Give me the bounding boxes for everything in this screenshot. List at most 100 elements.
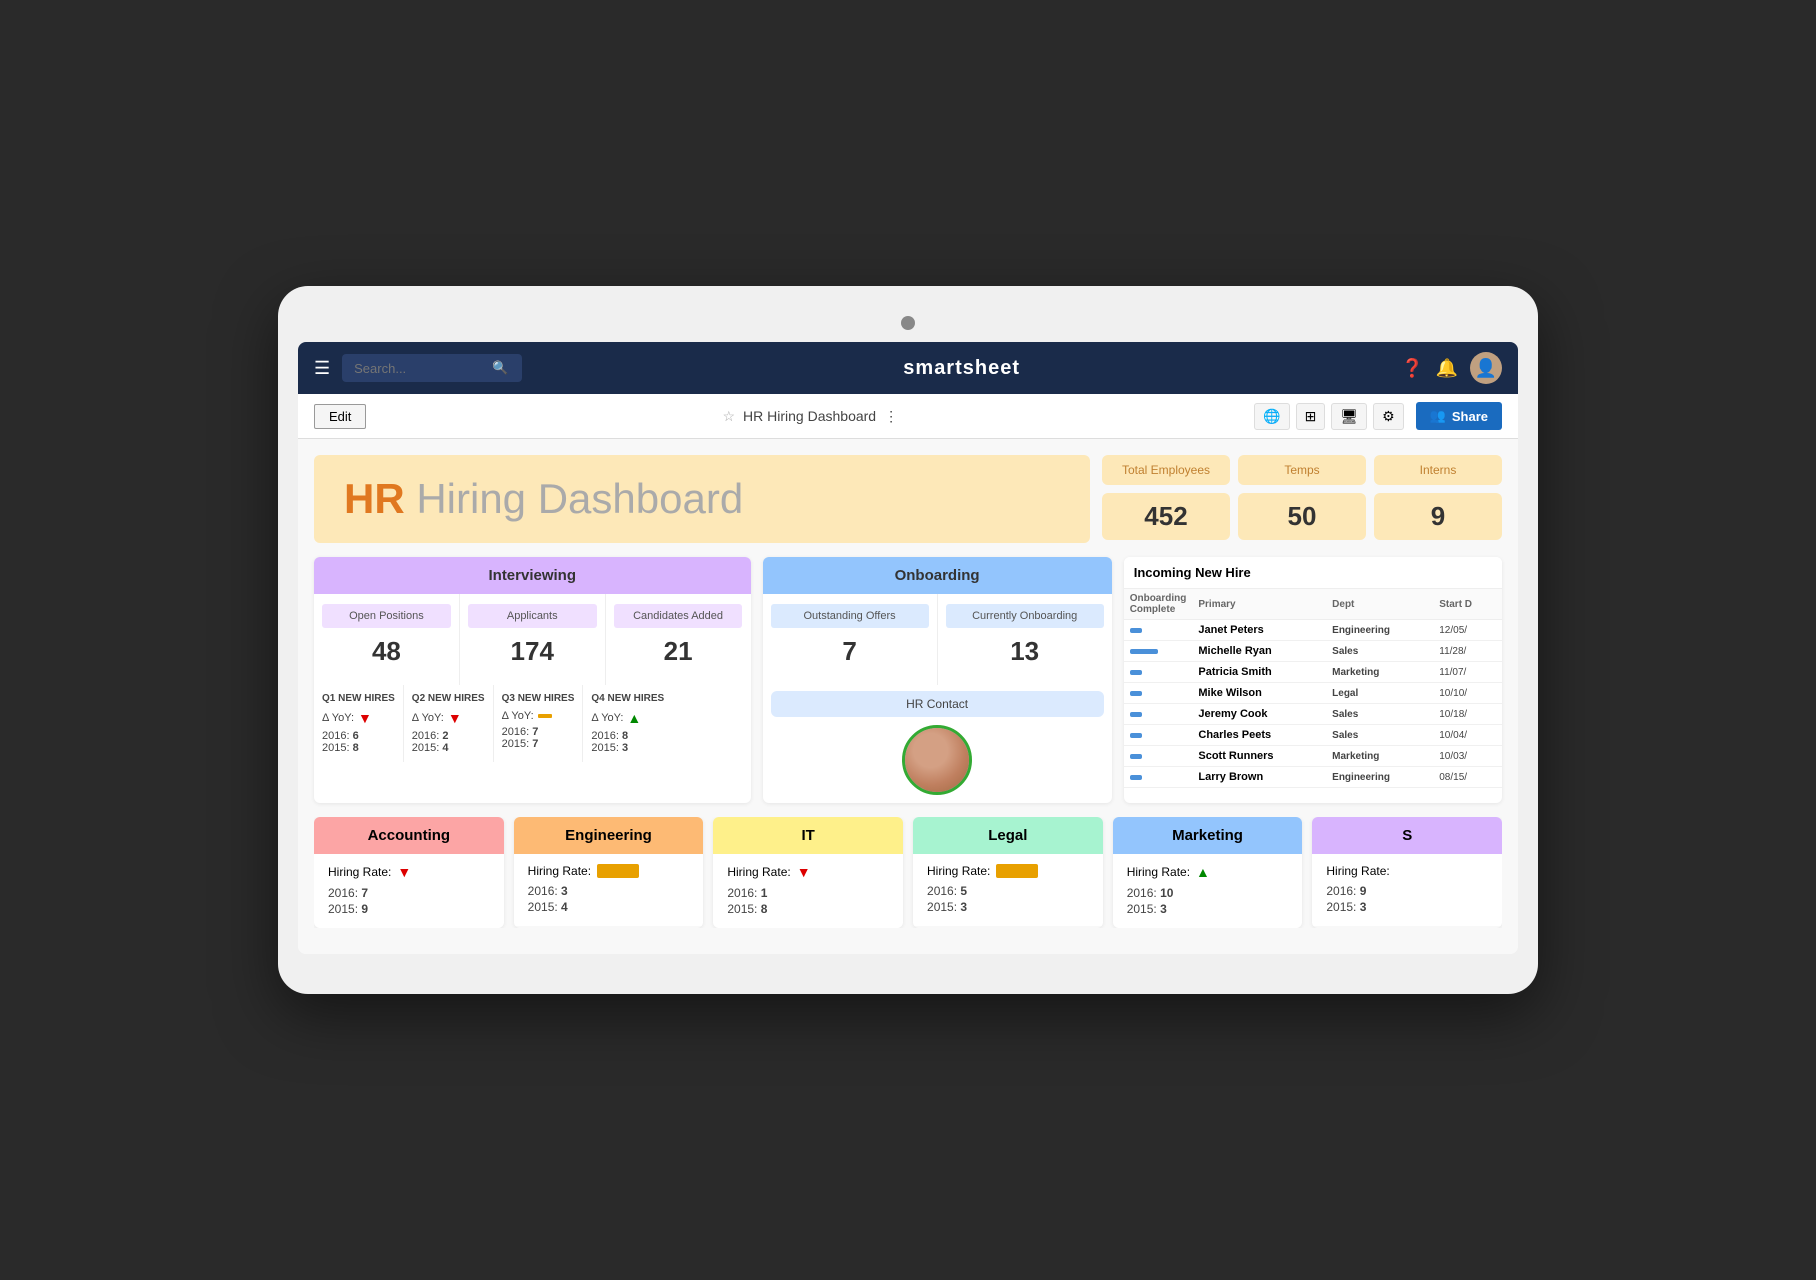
date-cell: 11/28/ (1433, 641, 1502, 662)
interviewing-header: Interviewing (314, 557, 751, 594)
q3-2016: 2016: 7 (502, 726, 575, 738)
dept-legal: Legal Hiring Rate: 2016: 5 2015: 3 (913, 817, 1103, 928)
q1-2015: 2015: 8 (322, 742, 395, 754)
stats-group: Total Employees Temps Interns 452 (1102, 455, 1502, 543)
dept-legal-header: Legal (913, 817, 1103, 854)
date-cell: 10/18/ (1433, 704, 1502, 725)
accounting-arrow: ▼ (397, 864, 411, 880)
dept-cell: Marketing (1326, 746, 1433, 767)
hr-contact-box: HR Contact (771, 691, 1104, 717)
progress-cell (1124, 746, 1193, 767)
table-row: Janet Peters Engineering 12/05/ (1124, 620, 1502, 641)
dept-s: S Hiring Rate: 2016: 9 2015: 3 (1312, 817, 1502, 928)
toolbar-center: ☆ HR Hiring Dashboard ⋮ (378, 408, 1242, 425)
q3-2015: 2015: 7 (502, 738, 575, 750)
hr-avatar-img (905, 728, 969, 792)
table-row: Michelle Ryan Sales 11/28/ (1124, 641, 1502, 662)
col-onboarding: OnboardingComplete (1124, 589, 1193, 620)
q3-section: Q3 NEW HIRES Δ YoY: 2016: 7 2015: 7 (494, 685, 584, 762)
date-cell: 08/15/ (1433, 767, 1502, 788)
q1-2016: 2016: 6 (322, 730, 395, 742)
onboarding-panel: Onboarding Outstanding Offers 7 Currentl… (763, 557, 1112, 803)
interns-card: Interns (1374, 455, 1502, 485)
date-cell: 10/04/ (1433, 725, 1502, 746)
progress-cell (1124, 683, 1193, 704)
present-icon-btn[interactable]: 🖥 (1331, 403, 1367, 430)
progress-cell (1124, 725, 1193, 746)
progress-bar (1130, 733, 1142, 738)
layout-icon-btn[interactable]: ⊞ (1296, 403, 1326, 430)
table-row: Charles Peets Sales 10/04/ (1124, 725, 1502, 746)
star-icon[interactable]: ☆ (722, 408, 735, 425)
col-start: Start D (1433, 589, 1502, 620)
more-icon[interactable]: ⋮ (884, 408, 898, 425)
open-positions-cell: Open Positions 48 (314, 594, 460, 685)
q1-arrow: ▼ (358, 710, 372, 726)
table-row: Larry Brown Engineering 08/15/ (1124, 767, 1502, 788)
col-dept: Dept (1326, 589, 1433, 620)
progress-cell (1124, 620, 1193, 641)
name-cell: Patricia Smith (1192, 662, 1326, 683)
hamburger-icon[interactable]: ☰ (314, 358, 330, 379)
q1-section: Q1 NEW HIRES Δ YoY: ▼ 2016: 6 2015: 8 (314, 685, 404, 762)
progress-bar (1130, 775, 1142, 780)
open-positions-value: 48 (322, 636, 451, 667)
dept-legal-body: Hiring Rate: 2016: 5 2015: 3 (913, 854, 1103, 926)
currently-onboarding-cell: Currently Onboarding 13 (938, 594, 1112, 685)
q2-delta-label: Δ YoY: (412, 712, 444, 724)
avatar[interactable]: 👤 (1470, 352, 1502, 384)
dashboard-title: HR Hiring Dashboard (344, 475, 743, 523)
page-title: HR Hiring Dashboard (743, 408, 876, 424)
newhire-table: OnboardingComplete Primary Dept Start D … (1124, 589, 1502, 788)
marketing-arrow: ▲ (1196, 864, 1210, 880)
bell-icon[interactable]: 🔔 (1436, 358, 1458, 379)
header-banner: HR Hiring Dashboard (314, 455, 1090, 543)
name-cell: Larry Brown (1192, 767, 1326, 788)
header-row: HR Hiring Dashboard Total Employees Temp… (314, 455, 1502, 543)
help-icon[interactable]: ❓ (1401, 358, 1423, 379)
total-employees-value-card: 452 (1102, 493, 1230, 540)
screen: ☰ 🔍 smartsheet ❓ 🔔 👤 Edit ☆ HR Hiring Da… (298, 342, 1518, 954)
dept-it-header: IT (713, 817, 903, 854)
globe-icon-btn[interactable]: 🌐 (1254, 403, 1289, 430)
search-input[interactable] (354, 361, 484, 376)
q4-delta-label: Δ YoY: (591, 712, 623, 724)
applicants-value: 174 (468, 636, 597, 667)
onboarding-header: Onboarding (763, 557, 1112, 594)
date-cell: 11/07/ (1433, 662, 1502, 683)
name-cell: Jeremy Cook (1192, 704, 1326, 725)
q4-2016: 2016: 8 (591, 730, 664, 742)
dept-s-body: Hiring Rate: 2016: 9 2015: 3 (1312, 854, 1502, 926)
stats-labels: Total Employees Temps Interns (1102, 455, 1502, 485)
interviewing-panel: Interviewing Open Positions 48 Applicant… (314, 557, 751, 803)
progress-cell (1124, 662, 1193, 683)
dept-accounting: Accounting Hiring Rate: ▼ 2016: 7 2015: … (314, 817, 504, 928)
it-arrow: ▼ (797, 864, 811, 880)
share-icon: 👥 (1430, 408, 1446, 424)
settings-icon-btn[interactable]: ⚙ (1373, 403, 1404, 430)
date-cell: 12/05/ (1433, 620, 1502, 641)
dept-marketing-body: Hiring Rate: ▲ 2016: 10 2015: 3 (1113, 854, 1303, 928)
edit-button[interactable]: Edit (314, 404, 366, 429)
table-row: Patricia Smith Marketing 11/07/ (1124, 662, 1502, 683)
progress-bar (1130, 754, 1142, 759)
progress-bar (1130, 670, 1142, 675)
dept-it: IT Hiring Rate: ▼ 2016: 1 2015: 8 (713, 817, 903, 928)
temps-card: Temps (1238, 455, 1366, 485)
toolbar: Edit ☆ HR Hiring Dashboard ⋮ 🌐 ⊞ 🖥 ⚙ 👥 S… (298, 394, 1518, 439)
engineering-bar (597, 864, 639, 878)
share-button[interactable]: 👥 Share (1416, 402, 1502, 430)
q4-arrow: ▲ (627, 710, 641, 726)
col-primary: Primary (1192, 589, 1326, 620)
search-icon: 🔍 (492, 360, 508, 376)
name-cell: Charles Peets (1192, 725, 1326, 746)
toolbar-icons: 🌐 ⊞ 🖥 ⚙ (1254, 403, 1404, 430)
date-cell: 10/03/ (1433, 746, 1502, 767)
dept-s-header: S (1312, 817, 1502, 854)
newhire-header: Incoming New Hire (1124, 557, 1502, 589)
currently-onboarding-label: Currently Onboarding (946, 604, 1104, 628)
search-bar[interactable]: 🔍 (342, 354, 522, 382)
dept-cell: Marketing (1326, 662, 1433, 683)
dept-cell: Engineering (1326, 620, 1433, 641)
outstanding-offers-label: Outstanding Offers (771, 604, 929, 628)
